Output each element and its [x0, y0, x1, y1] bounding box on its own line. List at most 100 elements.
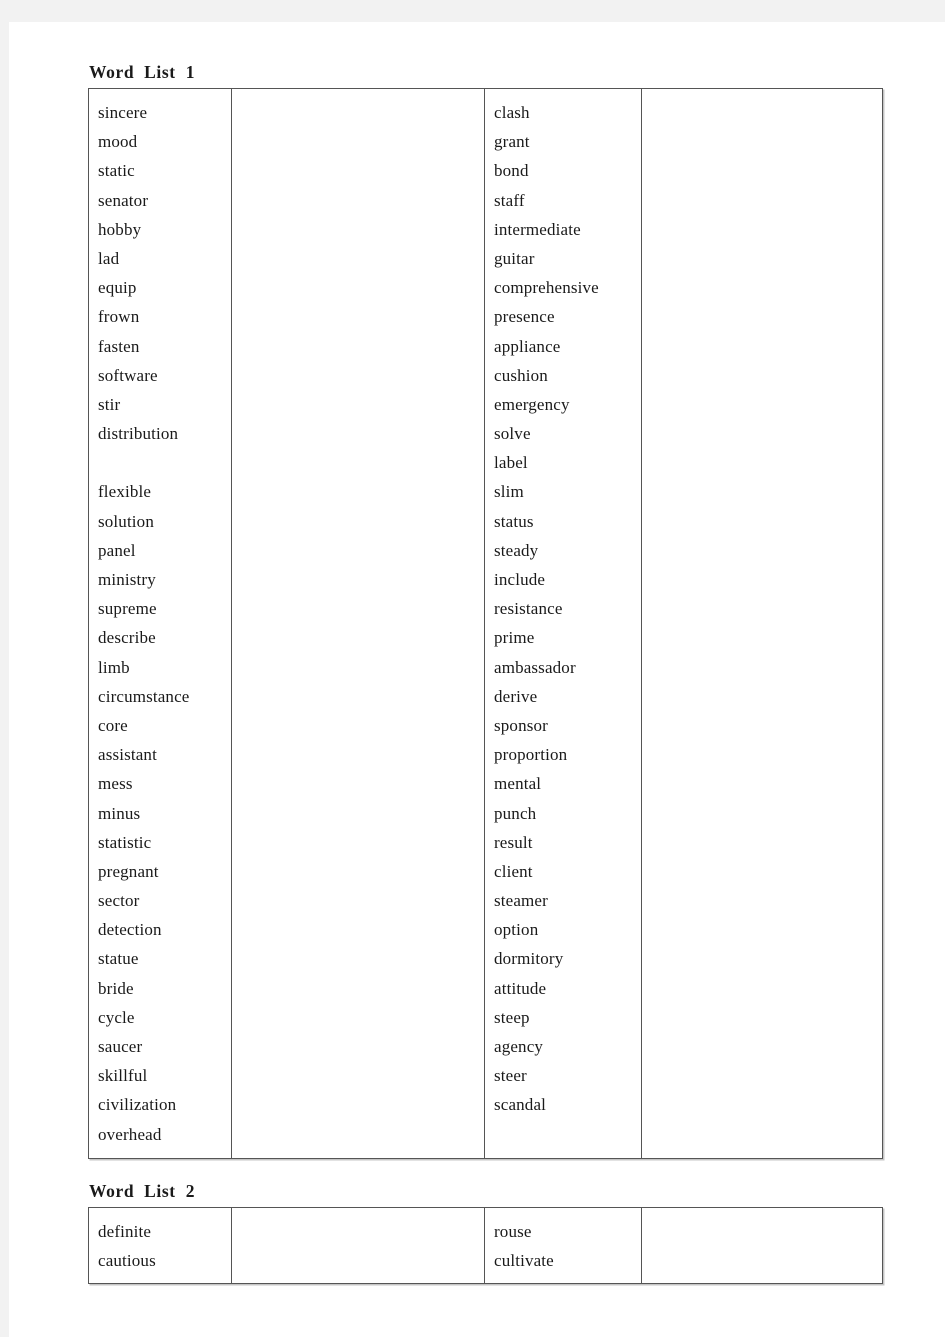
word-item: proportion — [494, 745, 568, 765]
document-content: Word List 1 sincere mood static senator hobb… — [88, 62, 888, 1285]
word-item: sponsor — [494, 715, 548, 735]
word-item: option — [494, 920, 539, 940]
word-item: sector — [98, 891, 140, 911]
word-list-1-answers-left[interactable] — [232, 89, 484, 117]
word-item: equip — [98, 278, 137, 298]
word-item: agency — [494, 1037, 544, 1056]
word-item: client — [494, 861, 533, 881]
word-item: rouse — [494, 1221, 532, 1241]
word-item: mental — [494, 774, 542, 794]
word-item: software — [98, 365, 158, 385]
word-item: senator — [98, 190, 149, 210]
word-item: label — [494, 453, 528, 473]
word-item: skillful — [98, 1066, 148, 1086]
word-item: detection — [98, 920, 162, 940]
word-item: status — [494, 511, 534, 531]
word-item: resistance — [494, 599, 563, 619]
word-list-2-answers-left[interactable] — [232, 1208, 484, 1235]
word-item: static — [98, 161, 135, 181]
word-item: solution — [98, 511, 154, 531]
word-list-2-words-left: definite cautious — [89, 1208, 231, 1283]
word-item: mood — [98, 132, 138, 152]
word-item: include — [494, 570, 546, 589]
word-list-2-table: definite cautious rouse cultivate — [88, 1206, 883, 1285]
word-item: lad — [98, 248, 120, 268]
word-item: guitar — [494, 248, 535, 268]
word-list-1-words-right-cell: clash grant bond staff intermediate guitar com… — [484, 88, 642, 1159]
word-item: frown — [98, 307, 140, 327]
word-item: describe — [98, 628, 156, 648]
word-list-1-words-right: clash grant bond staff intermediate guitar com… — [485, 89, 641, 1129]
word-item: presence — [494, 307, 555, 327]
word-list-1-words-left: sincere mood static senator hobby lad equip fro… — [89, 89, 231, 1158]
word-item: statistic — [98, 832, 152, 852]
table-row: definite cautious rouse cultivate — [88, 1206, 883, 1285]
word-list-2-answers-right[interactable] — [642, 1208, 882, 1235]
word-item: attitude — [494, 978, 547, 998]
word-list-1-answers-right-cell[interactable] — [641, 88, 883, 1159]
word-item: circumstance — [98, 686, 190, 706]
word-item: staff — [494, 190, 525, 210]
word-item: distribution — [98, 424, 179, 444]
word-item: emergency — [494, 394, 570, 414]
word-item: cautious — [98, 1250, 156, 1270]
word-item: fasten — [98, 336, 140, 356]
word-item: panel — [98, 540, 136, 560]
word-item: bride — [98, 978, 134, 998]
word-list-1-table: sincere mood static senator hobby lad equip fro… — [88, 88, 883, 1159]
word-item: steamer — [494, 891, 548, 911]
word-item: appliance — [494, 336, 561, 356]
word-list-1-answers-left-cell[interactable] — [231, 88, 485, 1159]
word-item: cultivate — [494, 1250, 554, 1270]
document-page: Word List 1 sincere mood static senator hobb… — [9, 22, 945, 1337]
word-item: ministry — [98, 570, 156, 589]
word-list-2-words-right-cell: rouse cultivate — [484, 1206, 642, 1285]
word-item: saucer — [98, 1037, 143, 1056]
word-item: slim — [494, 482, 524, 502]
table-row: sincere mood static senator hobby lad equip fro… — [88, 88, 883, 1159]
word-item: punch — [494, 803, 537, 823]
word-item: dormitory — [494, 949, 564, 969]
word-item: steady — [494, 540, 539, 560]
word-list-2-answers-right-cell[interactable] — [641, 1206, 883, 1285]
word-list-2-answers-left-cell[interactable] — [231, 1206, 485, 1285]
word-item: mess — [98, 774, 133, 794]
word-item: derive — [494, 686, 538, 706]
word-item: stir — [98, 394, 121, 414]
word-list-2-words-right: rouse cultivate — [485, 1208, 641, 1283]
word-item: intermediate — [494, 219, 581, 239]
word-list-1-words-left-cell: sincere mood static senator hobby lad equip fro… — [88, 88, 232, 1159]
word-item: assistant — [98, 745, 157, 765]
word-item: supreme — [98, 599, 157, 619]
word-item: overhead — [98, 1124, 162, 1144]
word-item: sincere — [98, 103, 148, 122]
word-list-1-heading: Word List 1 — [89, 62, 196, 82]
word-spacer — [98, 448, 231, 477]
word-item: ambassador — [494, 657, 576, 677]
word-item: prime — [494, 628, 535, 648]
word-item: limb — [98, 657, 130, 677]
word-item: comprehensive — [494, 278, 599, 298]
word-list-2-heading: Word List 2 — [89, 1180, 196, 1201]
word-item: minus — [98, 803, 141, 823]
word-item: clash — [494, 103, 530, 122]
word-item: bond — [494, 161, 529, 181]
word-item: definite — [98, 1221, 152, 1241]
word-item: cycle — [98, 1007, 135, 1027]
word-item: civilization — [98, 1095, 177, 1115]
word-item: hobby — [98, 219, 142, 239]
word-item: solve — [494, 424, 531, 444]
word-item: result — [494, 832, 533, 852]
word-item: statue — [98, 949, 139, 969]
word-item: core — [98, 715, 128, 735]
word-item: pregnant — [98, 861, 159, 881]
word-item: flexible — [98, 482, 152, 502]
word-item: scandal — [494, 1095, 547, 1115]
word-list-2-words-left-cell: definite cautious — [88, 1206, 232, 1285]
word-item: cushion — [494, 365, 548, 385]
word-list-1-answers-right[interactable] — [642, 89, 882, 117]
word-item: steer — [494, 1066, 527, 1086]
word-item: grant — [494, 132, 530, 152]
word-item: steep — [494, 1007, 530, 1027]
